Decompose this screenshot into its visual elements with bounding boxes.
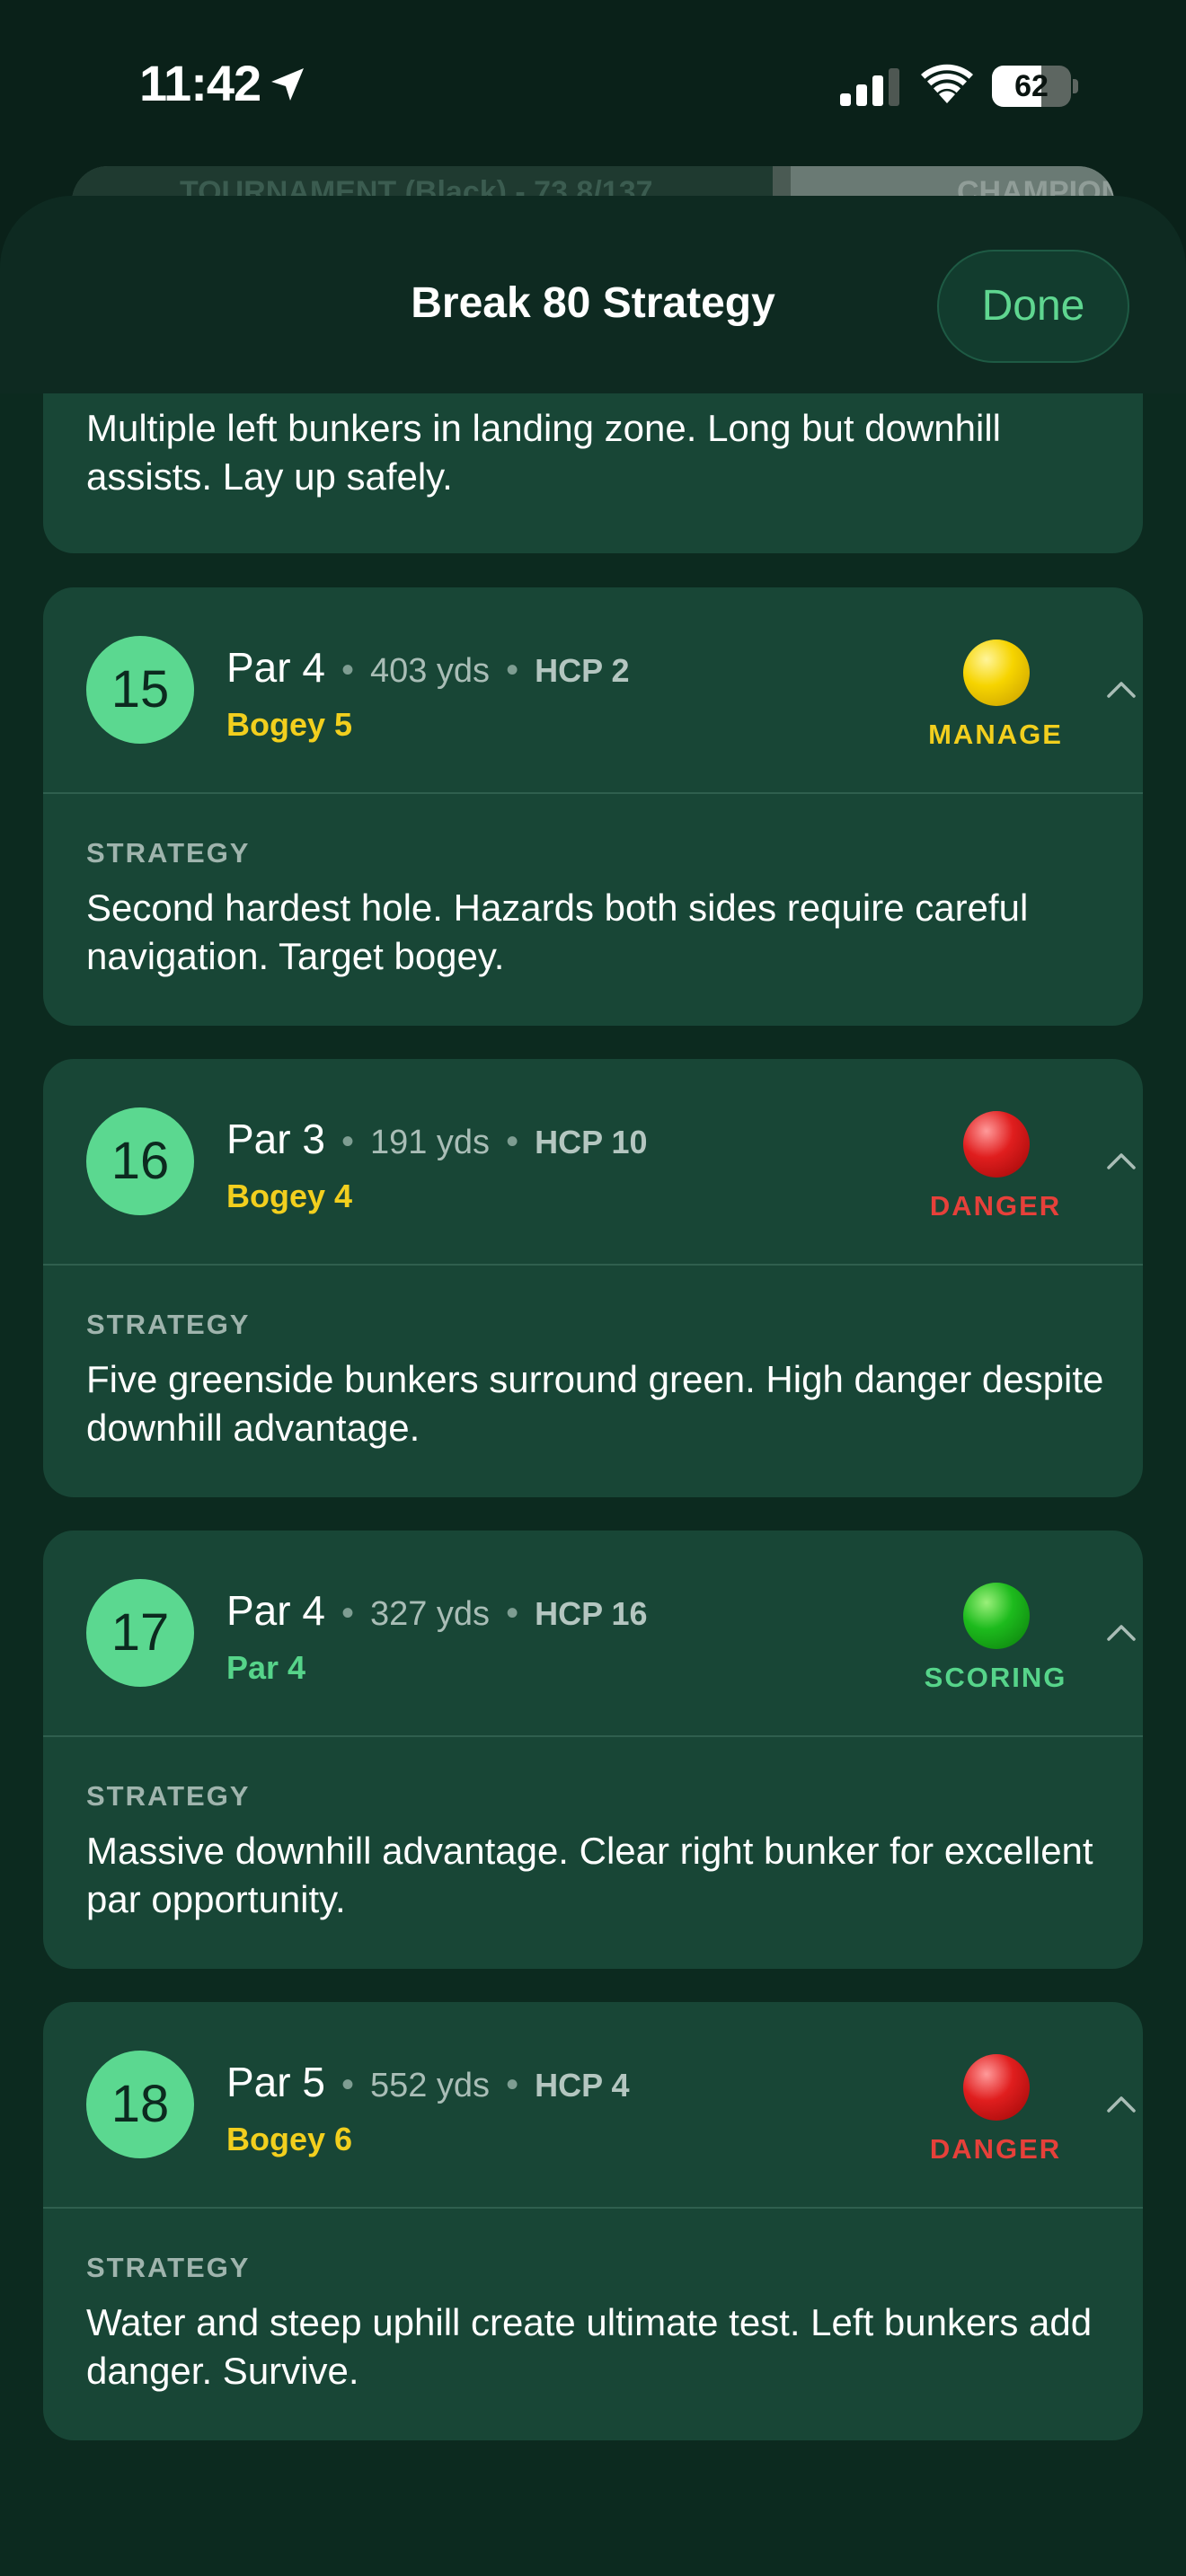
hole-target-score: Bogey 4: [226, 1178, 353, 1214]
hole-par: Par 3: [226, 1116, 325, 1162]
status-label: DANGER: [929, 1190, 1062, 1222]
status-label: MANAGE: [928, 719, 1063, 750]
chevron-up-icon[interactable]: [1105, 1622, 1137, 1642]
hole-header[interactable]: 17 Par 4 • 327 yds • HCP 16 Par 4 SCORING: [43, 1531, 1143, 1737]
hole-handicap: HCP 10: [535, 1124, 648, 1160]
hole-header[interactable]: 16 Par 3 • 191 yds • HCP 10 Bogey 4 DANGER: [43, 1059, 1143, 1266]
battery-indicator: 62: [992, 66, 1078, 107]
hole-par: Par 4: [226, 1587, 325, 1634]
status-indicator-manage: [963, 640, 1030, 706]
strategy-sheet: Multiple left bunkers in landing zone. L…: [0, 196, 1186, 2576]
hole-card-16: 16 Par 3 • 191 yds • HCP 10 Bogey 4 DANGER S…: [43, 1059, 1143, 1497]
status-indicator-danger: [963, 1111, 1030, 1178]
hole-handicap: HCP 16: [535, 1595, 648, 1632]
hole-card-18: 18 Par 5 • 552 yds • HCP 4 Bogey 6 DANGER ST…: [43, 2002, 1143, 2440]
status-indicator-scoring: [963, 1583, 1030, 1649]
hole-info: Par 4 • 327 yds • HCP 16: [226, 1587, 648, 1634]
strategy-text: Multiple left bunkers in landing zone. L…: [86, 407, 1001, 498]
hole-number-badge: 18: [86, 2051, 194, 2158]
status-label: SCORING: [924, 1662, 1067, 1693]
hole-info: Par 3 • 191 yds • HCP 10: [226, 1116, 648, 1162]
strategy-text: Water and steep uphill create ultimate t…: [86, 2301, 1093, 2392]
hole-target-score: Bogey 6: [226, 2121, 353, 2157]
strategy-label: STRATEGY: [86, 1780, 251, 1812]
hole-card-17: 17 Par 4 • 327 yds • HCP 16 Par 4 SCORING ST…: [43, 1531, 1143, 1969]
strategy-label: STRATEGY: [86, 1309, 251, 1340]
cellular-signal-icon: [840, 68, 899, 106]
hole-yardage: 403 yds: [369, 652, 491, 690]
hole-yardage: 191 yds: [369, 1124, 491, 1161]
hole-info: Par 4 • 403 yds • HCP 2: [226, 644, 630, 691]
strategy-text: Second hardest hole. Hazards both sides …: [86, 887, 1029, 977]
chevron-up-icon[interactable]: [1105, 1151, 1137, 1170]
hole-number-badge: 15: [86, 636, 194, 744]
hole-header[interactable]: 18 Par 5 • 552 yds • HCP 4 Bogey 6 DANGER: [43, 2002, 1143, 2209]
strategy-text: Five greenside bunkers surround green. H…: [86, 1358, 1104, 1449]
hole-number-badge: 17: [86, 1579, 194, 1687]
strategy-label: STRATEGY: [86, 2252, 251, 2283]
status-time: 11:42: [139, 55, 261, 111]
hole-yardage: 552 yds: [369, 2067, 491, 2104]
done-button[interactable]: Done: [937, 250, 1129, 363]
hole-info: Par 5 • 552 yds • HCP 4: [226, 2059, 630, 2105]
strategy-label: STRATEGY: [86, 837, 251, 869]
location-arrow-icon: [271, 68, 304, 101]
hole-card-15: 15 Par 4 • 403 yds • HCP 2 Bogey 5 MANAGE ST…: [43, 587, 1143, 1026]
hole-par: Par 4: [226, 644, 325, 691]
hole-yardage: 327 yds: [369, 1595, 491, 1633]
battery-level: 62: [1014, 69, 1049, 103]
chevron-up-icon[interactable]: [1105, 679, 1137, 699]
hole-target-score: Bogey 5: [226, 706, 353, 743]
hole-par: Par 5: [226, 2059, 325, 2105]
status-bar: 11:42 62: [0, 0, 1186, 171]
hole-number-badge: 16: [86, 1107, 194, 1215]
chevron-up-icon[interactable]: [1105, 2094, 1137, 2113]
hole-header[interactable]: 15 Par 4 • 403 yds • HCP 2 Bogey 5 MANAGE: [43, 587, 1143, 794]
sheet-header: Break 80 Strategy Done: [0, 196, 1186, 393]
wifi-icon: [921, 64, 973, 103]
hole-handicap: HCP 4: [535, 2067, 630, 2104]
status-indicator-danger: [963, 2054, 1030, 2121]
hole-target-score: Par 4: [226, 1649, 306, 1686]
status-label: DANGER: [929, 2133, 1062, 2165]
strategy-text: Massive downhill advantage. Clear right …: [86, 1830, 1093, 1920]
hole-handicap: HCP 2: [535, 652, 630, 689]
